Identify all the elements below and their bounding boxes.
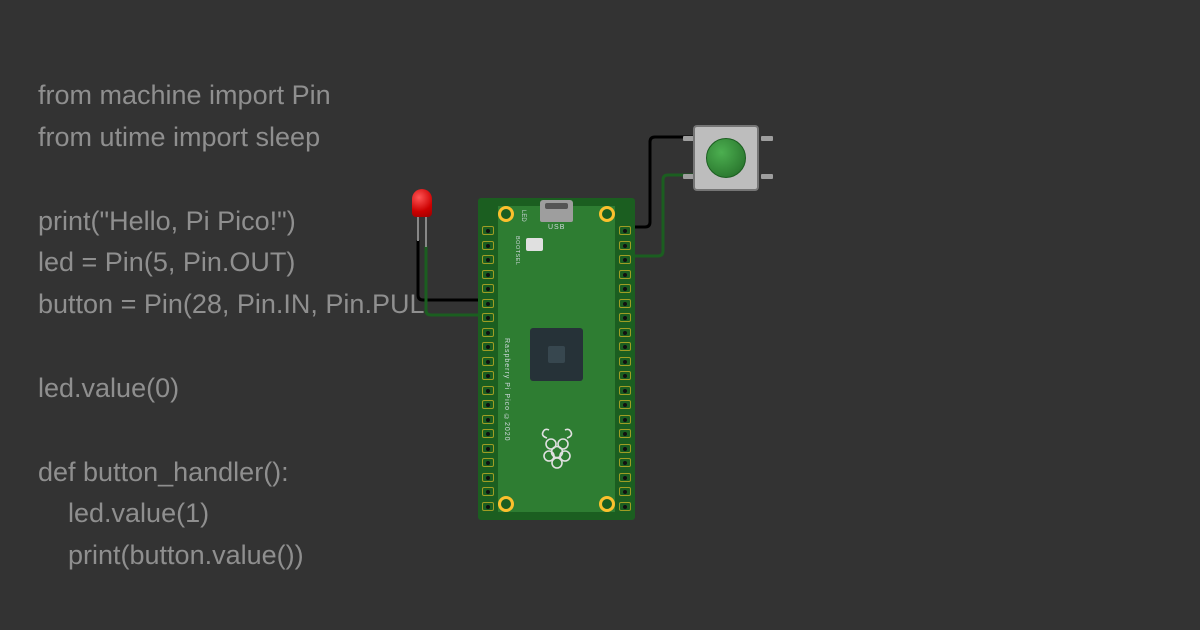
pi-pico-board[interactable]: USB LED BOOTSEL Raspberry Pi Pico ©2020 — [478, 198, 635, 520]
pin-hole[interactable] — [482, 400, 494, 409]
mount-hole-icon — [599, 496, 615, 512]
code-line: led.value(0) — [38, 373, 179, 403]
pin-hole[interactable] — [482, 371, 494, 380]
wires-layer — [400, 120, 880, 520]
pin-hole[interactable] — [619, 415, 631, 424]
code-line: print("Hello, Pi Pico!") — [38, 206, 296, 236]
code-line: def button_handler(): — [38, 457, 289, 487]
raspberry-logo-icon — [537, 426, 577, 472]
rp2040-chip-icon — [530, 328, 583, 381]
bootsel-button[interactable] — [526, 238, 543, 251]
board-copyright: Raspberry Pi Pico ©2020 — [503, 338, 510, 442]
pin-hole[interactable] — [619, 444, 631, 453]
pin-hole[interactable] — [619, 386, 631, 395]
mount-hole-icon — [498, 496, 514, 512]
code-line: print(button.value()) — [38, 540, 304, 570]
pin-hole[interactable] — [619, 371, 631, 380]
pin-hole[interactable] — [619, 473, 631, 482]
button-leg — [761, 136, 773, 141]
pushbutton-component[interactable] — [683, 120, 773, 200]
pin-hole[interactable] — [482, 328, 494, 337]
pin-hole[interactable] — [619, 241, 631, 250]
led-component[interactable] — [407, 189, 437, 247]
code-line: from machine import Pin — [38, 80, 331, 110]
pin-hole[interactable] — [482, 241, 494, 250]
pin-hole[interactable] — [482, 487, 494, 496]
pin-hole[interactable] — [619, 502, 631, 511]
button-cap-icon[interactable] — [706, 138, 746, 178]
pin-hole[interactable] — [619, 487, 631, 496]
circuit-diagram[interactable]: USB LED BOOTSEL Raspberry Pi Pico ©2020 — [400, 120, 880, 520]
mount-hole-icon — [498, 206, 514, 222]
pin-hole[interactable] — [619, 226, 631, 235]
pin-hole[interactable] — [619, 284, 631, 293]
pin-hole[interactable] — [482, 444, 494, 453]
pin-hole[interactable] — [482, 342, 494, 351]
mount-hole-icon — [599, 206, 615, 222]
pin-hole[interactable] — [619, 299, 631, 308]
pin-hole[interactable] — [482, 429, 494, 438]
pin-hole[interactable] — [482, 284, 494, 293]
code-line: button = Pin(28, Pin.IN, Pin.PUL — [38, 289, 424, 319]
pin-hole[interactable] — [619, 270, 631, 279]
pin-hole[interactable] — [619, 313, 631, 322]
pin-hole[interactable] — [619, 429, 631, 438]
led-label: LED — [520, 210, 526, 222]
code-line: led = Pin(5, Pin.OUT) — [38, 247, 295, 277]
pin-hole[interactable] — [482, 226, 494, 235]
pin-hole[interactable] — [482, 313, 494, 322]
led-cathode-leg — [417, 215, 419, 241]
code-line: led.value(1) — [38, 498, 209, 528]
pin-hole[interactable] — [482, 502, 494, 511]
wire-green-led — [426, 246, 482, 315]
pin-row-left — [482, 226, 494, 511]
code-editor[interactable]: from machine import Pin from utime impor… — [38, 75, 424, 577]
pin-hole[interactable] — [482, 270, 494, 279]
button-leg — [761, 174, 773, 179]
pin-hole[interactable] — [619, 342, 631, 351]
led-bulb-icon — [412, 189, 432, 217]
pin-hole[interactable] — [482, 255, 494, 264]
code-line: from utime import sleep — [38, 122, 320, 152]
usb-connector-icon — [540, 200, 573, 222]
pin-hole[interactable] — [619, 328, 631, 337]
pin-hole[interactable] — [482, 299, 494, 308]
led-anode-leg — [425, 215, 427, 247]
bootsel-label: BOOTSEL — [514, 236, 520, 265]
pin-hole[interactable] — [482, 415, 494, 424]
pin-hole[interactable] — [619, 458, 631, 467]
pin-hole[interactable] — [619, 255, 631, 264]
pin-hole[interactable] — [619, 357, 631, 366]
pin-hole[interactable] — [482, 386, 494, 395]
usb-label: USB — [548, 224, 565, 231]
pin-hole[interactable] — [619, 400, 631, 409]
pin-hole[interactable] — [482, 357, 494, 366]
pin-hole[interactable] — [482, 458, 494, 467]
pin-row-right — [619, 226, 631, 511]
wire-black-led — [418, 240, 482, 300]
pin-hole[interactable] — [482, 473, 494, 482]
